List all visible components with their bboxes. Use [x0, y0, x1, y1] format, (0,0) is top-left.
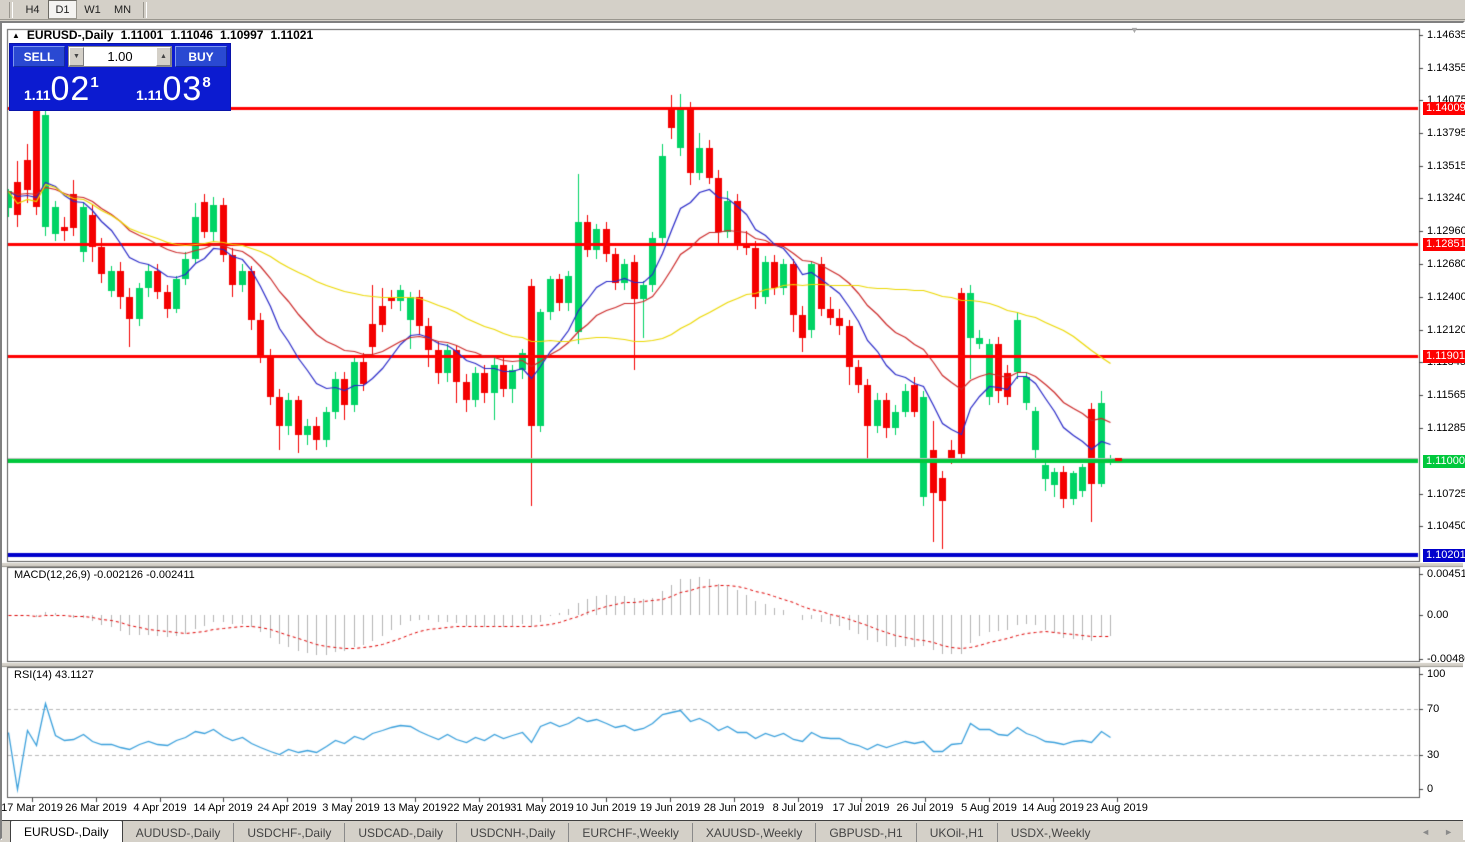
timeframe-toolbar: H4 D1 W1 MN [0, 0, 1465, 20]
timeframe-button-mn[interactable]: MN [108, 0, 137, 19]
tab-scroll-left-icon[interactable]: ◄ [1421, 827, 1430, 837]
rsi-indicator-label: RSI(14) 43.1127 [14, 669, 94, 681]
tab-usdcad-daily[interactable]: USDCAD-,Daily [344, 823, 456, 842]
sell-price-prefix: 1.11 [24, 87, 51, 103]
chart-tabs: EURUSD-,Daily AUDUSD-,Daily USDCHF-,Daily U… [10, 820, 1104, 842]
rsi-tick-label: 30 [1427, 749, 1440, 761]
rsi-tick-label: 70 [1427, 703, 1440, 715]
price-tick-label: 1.12680 [1427, 258, 1465, 270]
tab-usdchf-daily[interactable]: USDCHF-,Daily [233, 823, 344, 842]
quote-open: 1.11001 [120, 28, 164, 42]
timeframe-button-h4[interactable]: H4 [18, 0, 47, 19]
tab-scroll-right-icon[interactable]: ► [1444, 827, 1453, 837]
price-level-badge: 1.11000 [1423, 455, 1465, 468]
date-tick-label: 22 May 2019 [447, 802, 511, 814]
buy-price[interactable]: 1.11 03 8 [136, 68, 211, 108]
sell-button[interactable]: SELL [13, 46, 65, 67]
price-tick-label: 1.11565 [1427, 389, 1465, 401]
timeframe-button-d1[interactable]: D1 [48, 0, 77, 19]
date-tick-label: 24 Apr 2019 [257, 802, 317, 814]
price-tick-label: 1.11285 [1427, 422, 1465, 434]
buy-price-pip-digit: 8 [202, 74, 211, 91]
collapse-panel-icon[interactable]: ▲ [12, 31, 20, 40]
date-tick-label: 4 Apr 2019 [133, 802, 187, 814]
date-tick-label: 14 Apr 2019 [193, 802, 253, 814]
tab-eurchf-weekly[interactable]: EURCHF-,Weekly [568, 823, 691, 842]
tab-scroll-controls: ◄ ► [1421, 821, 1463, 842]
macd-tick-label: 0.00 [1427, 609, 1449, 621]
rsi-tick-label: 0 [1427, 783, 1434, 795]
price-tick-label: 1.13515 [1427, 160, 1465, 172]
price-tick-label: 1.10725 [1427, 488, 1465, 500]
date-tick-label: 17 Jul 2019 [832, 802, 890, 814]
chart-shift-marker-icon[interactable]: ▼ [1130, 25, 1139, 35]
price-tick-label: 1.14635 [1427, 29, 1465, 41]
timeframe-buttons: H4 D1 W1 MN [18, 0, 138, 19]
tab-eurusd-daily[interactable]: EURUSD-,Daily [10, 820, 123, 842]
date-tick-label: 8 Jul 2019 [772, 802, 824, 814]
macd-tick-label: 0.004517 [1427, 568, 1465, 580]
quote-high: 1.11046 [170, 28, 214, 42]
rsi-tick-label: 100 [1427, 668, 1446, 680]
tab-usdcnh-daily[interactable]: USDCNH-,Daily [456, 823, 568, 842]
quote-low: 1.10997 [220, 28, 264, 42]
candlestick-chart-canvas[interactable] [2, 23, 1463, 838]
buy-price-big-digits: 03 [162, 70, 203, 108]
quote-close: 1.11021 [270, 28, 314, 42]
date-tick-label: 28 Jun 2019 [703, 802, 765, 814]
buy-button[interactable]: BUY [175, 46, 227, 67]
macd-indicator-label: MACD(12,26,9) -0.002126 -0.002411 [14, 569, 195, 581]
price-tick-label: 1.12960 [1427, 225, 1465, 237]
volume-decrease-icon[interactable]: ▼ [69, 47, 84, 66]
price-tick-label: 1.14355 [1427, 62, 1465, 74]
date-tick-label: 19 Jun 2019 [639, 802, 701, 814]
buy-price-prefix: 1.11 [136, 87, 163, 103]
tab-ukoil-h1[interactable]: UKOil-,H1 [915, 823, 997, 842]
chart-window: ▲ EURUSD-,Daily 1.11001 1.11046 1.10997 … [0, 21, 1465, 842]
date-tick-label: 3 May 2019 [322, 802, 380, 814]
tab-audusd-daily[interactable]: AUDUSD-,Daily [123, 823, 234, 842]
price-level-badge: 1.14009 [1423, 102, 1465, 115]
symbol-period-label: EURUSD-,Daily [26, 28, 114, 42]
date-tick-label: 26 Jul 2019 [896, 802, 954, 814]
date-tick-label: 17 Mar 2019 [1, 802, 63, 814]
tab-gbpusd-h1[interactable]: GBPUSD-,H1 [815, 823, 915, 842]
trade-panel-controls: SELL ▼ 1.00 ▲ BUY [13, 46, 227, 67]
tab-usdx-weekly[interactable]: USDX-,Weekly [996, 823, 1104, 842]
volume-increase-icon[interactable]: ▲ [156, 47, 171, 66]
date-tick-label: 26 Mar 2019 [65, 802, 127, 814]
volume-spinner: ▼ 1.00 ▲ [68, 46, 172, 67]
tab-xauusd-weekly[interactable]: XAUUSD-,Weekly [691, 823, 815, 842]
toolbar-separator [9, 1, 13, 18]
price-tick-label: 1.10450 [1427, 520, 1465, 532]
date-tick-label: 14 Aug 2019 [1022, 802, 1084, 814]
toolbar-separator [143, 1, 147, 18]
price-tick-label: 1.13795 [1427, 127, 1465, 139]
chart-tab-bar: EURUSD-,Daily AUDUSD-,Daily USDCHF-,Daily U… [2, 820, 1463, 842]
price-level-badge: 1.10201 [1423, 549, 1465, 562]
date-tick-label: 10 Jun 2019 [575, 802, 637, 814]
price-level-badge: 1.11901 [1423, 350, 1465, 363]
sell-price[interactable]: 1.11 02 1 [24, 68, 99, 108]
mt4-terminal: { "toolbar": { "timeframes": [ {"label":… [0, 0, 1465, 842]
date-tick-label: 23 Aug 2019 [1086, 802, 1148, 814]
one-click-trading-panel: SELL ▼ 1.00 ▲ BUY 1.11 02 1 1.11 03 8 [10, 44, 230, 110]
price-tick-label: 1.13240 [1427, 192, 1465, 204]
price-tick-label: 1.12400 [1427, 291, 1465, 303]
macd-tick-label: -0.004806 [1427, 653, 1465, 665]
volume-input[interactable]: 1.00 [84, 47, 156, 66]
sell-price-pip-digit: 1 [90, 74, 99, 91]
price-tick-label: 1.12120 [1427, 324, 1465, 336]
quote-header: ▲ EURUSD-,Daily 1.11001 1.11046 1.10997 … [12, 28, 313, 42]
date-tick-label: 31 May 2019 [510, 802, 574, 814]
price-level-badge: 1.12851 [1423, 238, 1465, 251]
date-tick-label: 5 Aug 2019 [961, 802, 1017, 814]
sell-price-big-digits: 02 [50, 70, 91, 108]
timeframe-button-w1[interactable]: W1 [78, 0, 107, 19]
date-tick-label: 13 May 2019 [383, 802, 447, 814]
